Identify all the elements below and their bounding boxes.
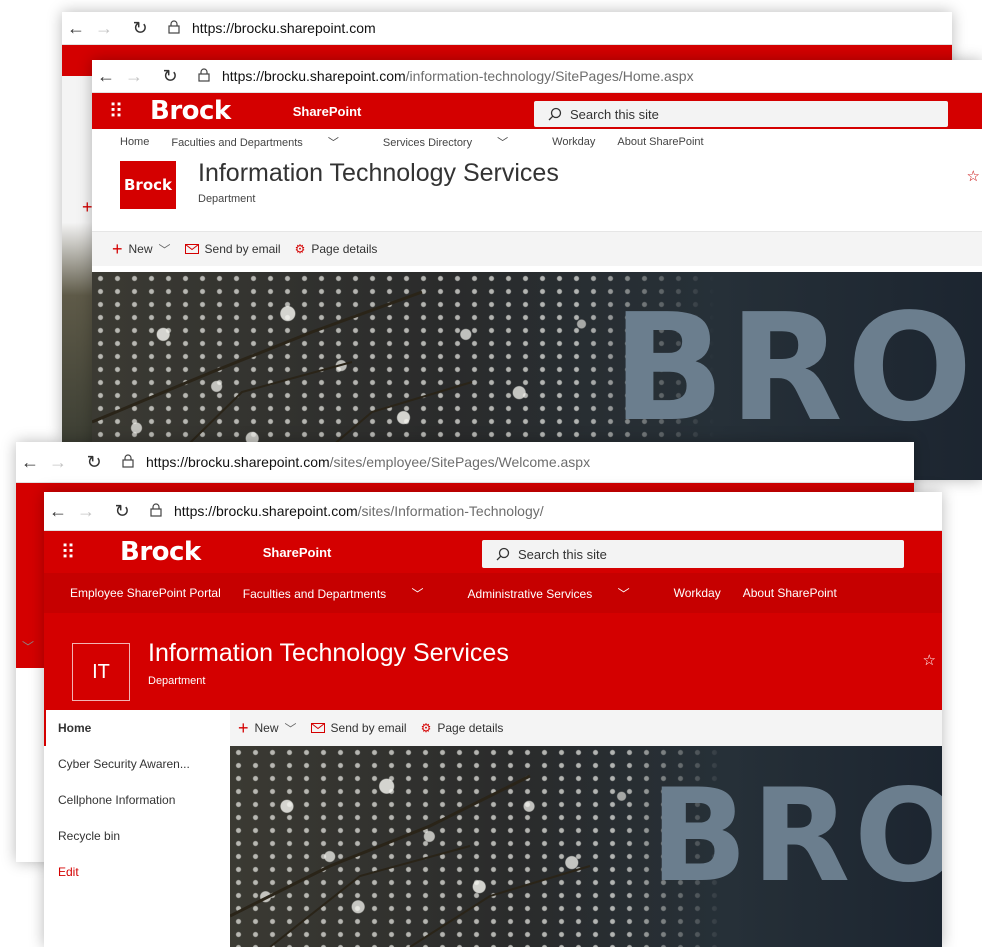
- mail-icon: [184, 244, 199, 254]
- hub-nav-about[interactable]: About SharePoint: [743, 586, 837, 600]
- back-arrow-icon[interactable]: ←: [44, 501, 72, 522]
- site-subtitle: Department: [198, 193, 256, 205]
- page-details-button[interactable]: ⚙ Page details: [295, 242, 378, 256]
- browser-window-2: ← → ↻ https://brocku.sharepoint.com/info…: [92, 60, 982, 480]
- left-nav-recycle-bin[interactable]: Recycle bin: [44, 818, 230, 854]
- site-logo[interactable]: IT: [72, 643, 130, 701]
- chevron-down-icon: ﹀: [411, 586, 424, 601]
- left-navigation: Home Cyber Security Awaren... Cellphone …: [44, 710, 230, 947]
- hub-navigation: Home Faculties and Departments ﹀ Service…: [92, 129, 982, 153]
- browser-window-4: ← → ↻ https://brocku.sharepoint.com/site…: [44, 492, 942, 947]
- hub-nav-workday[interactable]: Workday: [674, 586, 721, 600]
- hero-bro-text: BRO: [612, 282, 977, 454]
- forward-arrow-icon[interactable]: →: [72, 501, 100, 522]
- chevron-down-icon: ﹀: [497, 137, 509, 149]
- forward-arrow-icon[interactable]: →: [120, 66, 148, 87]
- left-nav-home[interactable]: Home: [44, 710, 230, 746]
- url-text[interactable]: https://brocku.sharepoint.com: [192, 20, 376, 36]
- lock-icon: [194, 68, 216, 84]
- hub-nav-workday[interactable]: Workday: [552, 136, 595, 148]
- refresh-icon[interactable]: ↻: [126, 18, 154, 39]
- site-header: Brock Information Technology Services De…: [92, 153, 982, 211]
- gear-icon: ⚙: [294, 242, 306, 256]
- site-subtitle: Department: [148, 675, 206, 687]
- site-title[interactable]: Information Technology Services: [198, 159, 559, 188]
- new-button[interactable]: + New ﹀: [238, 719, 297, 737]
- page-details-button[interactable]: ⚙ Page details: [421, 721, 504, 735]
- search-icon: [496, 547, 510, 561]
- address-bar: ← → ↻ https://brocku.sharepoint.com/info…: [92, 60, 982, 93]
- new-button[interactable]: + New ﹀: [112, 240, 171, 258]
- lock-icon: [164, 20, 186, 36]
- left-nav-cellphone[interactable]: Cellphone Information: [44, 782, 230, 818]
- hub-nav-faculties[interactable]: Faculties and Departments ﹀: [171, 134, 361, 150]
- command-bar: + New ﹀ Send by email ⚙ Page details: [92, 231, 982, 266]
- search-box[interactable]: Search this site: [482, 540, 904, 568]
- forward-arrow-icon[interactable]: →: [90, 18, 118, 39]
- command-bar: + New ﹀ Send by email ⚙ Page details: [230, 710, 942, 746]
- new-plus-icon: +: [82, 197, 93, 217]
- address-bar: ← → ↻ https://brocku.sharepoint.com: [62, 12, 952, 45]
- hub-nav-services[interactable]: Services Directory ﹀: [383, 134, 530, 150]
- lock-icon: [146, 503, 168, 519]
- left-nav-cyber-security[interactable]: Cyber Security Awaren...: [44, 746, 230, 782]
- follow-star-icon[interactable]: ☆: [923, 651, 936, 669]
- search-box[interactable]: Search this site: [534, 101, 948, 127]
- suite-bar: ⠿ Brock SharePoint Search this site: [44, 531, 942, 573]
- site-logo[interactable]: Brock: [120, 161, 176, 209]
- hub-nav-faculties[interactable]: Faculties and Departments ﹀: [243, 585, 446, 602]
- hub-nav-about[interactable]: About SharePoint: [617, 136, 703, 148]
- address-bar: ← → ↻ https://brocku.sharepoint.com/site…: [16, 442, 914, 483]
- refresh-icon[interactable]: ↻: [80, 452, 108, 473]
- chevron-down-icon: ﹀: [617, 586, 630, 601]
- site-header: IT Information Technology Services Depar…: [44, 613, 942, 711]
- suite-bar: ⠿ Brock SharePoint Search this site: [92, 93, 982, 129]
- mail-icon: [310, 723, 325, 733]
- chevron-down-icon: ﹀: [284, 721, 297, 736]
- hub-nav-admin-services[interactable]: Administrative Services ﹀: [468, 585, 652, 602]
- address-bar: ← → ↻ https://brocku.sharepoint.com/site…: [44, 492, 942, 531]
- brock-logo[interactable]: Brock: [120, 537, 201, 567]
- back-arrow-icon[interactable]: ←: [92, 66, 120, 87]
- refresh-icon[interactable]: ↻: [108, 501, 136, 522]
- app-launcher-icon[interactable]: ⠿: [92, 99, 138, 124]
- back-arrow-icon[interactable]: ←: [16, 452, 44, 473]
- hero-image: BRO: [230, 746, 942, 947]
- app-launcher-icon[interactable]: ⠿: [44, 540, 90, 565]
- send-by-email-button[interactable]: Send by email: [310, 721, 407, 735]
- url-text[interactable]: https://brocku.sharepoint.com/informatio…: [222, 68, 694, 84]
- follow-star-icon[interactable]: ☆: [967, 167, 980, 185]
- url-text[interactable]: https://brocku.sharepoint.com/sites/empl…: [146, 454, 590, 470]
- sharepoint-label[interactable]: SharePoint: [263, 545, 332, 560]
- send-by-email-button[interactable]: Send by email: [184, 242, 281, 256]
- refresh-icon[interactable]: ↻: [156, 66, 184, 87]
- hub-navigation: Employee SharePoint Portal Faculties and…: [44, 573, 942, 613]
- chevron-down-icon[interactable]: ﹀: [22, 638, 34, 655]
- left-rail: ﹀: [16, 640, 45, 862]
- search-icon: [548, 107, 562, 121]
- gear-icon: ⚙: [420, 721, 432, 735]
- lock-icon: [118, 454, 140, 470]
- search-placeholder: Search this site: [518, 546, 607, 562]
- back-arrow-icon[interactable]: ←: [62, 18, 90, 39]
- url-text[interactable]: https://brocku.sharepoint.com/sites/Info…: [174, 503, 544, 519]
- hub-nav-employee-portal[interactable]: Employee SharePoint Portal: [70, 586, 221, 600]
- forward-arrow-icon[interactable]: →: [44, 452, 72, 473]
- search-placeholder: Search this site: [570, 106, 659, 122]
- left-nav-edit[interactable]: Edit: [44, 854, 230, 890]
- sharepoint-label[interactable]: SharePoint: [293, 104, 362, 119]
- site-title[interactable]: Information Technology Services: [148, 639, 509, 668]
- chevron-down-icon: ﹀: [158, 242, 171, 257]
- plus-icon: +: [238, 718, 249, 738]
- hero-bro-text: BRO: [650, 762, 942, 911]
- hub-nav-home[interactable]: Home: [120, 136, 149, 148]
- chevron-down-icon: ﹀: [327, 137, 339, 149]
- plus-icon: +: [112, 239, 123, 259]
- brock-logo[interactable]: Brock: [150, 96, 231, 126]
